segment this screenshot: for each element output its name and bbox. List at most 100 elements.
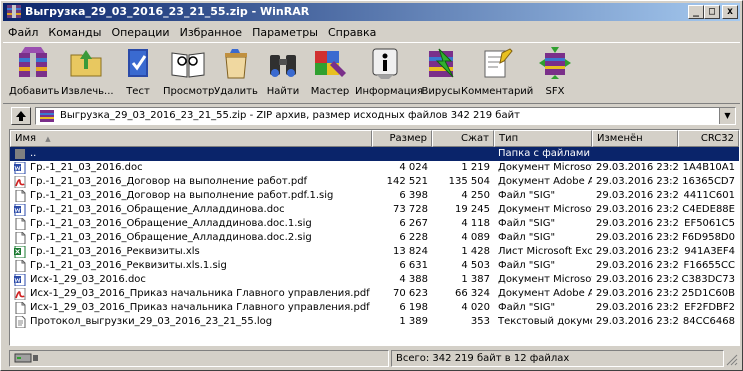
file-type-cell: Лист Microsoft Exc... [498, 246, 592, 257]
file-packed-cell: 4 118 [461, 218, 490, 229]
virus-scan-icon [429, 48, 454, 78]
file-row[interactable]: Гр.-1_21_03_2016_Обращение_Алладдинова.d… [10, 203, 739, 217]
file-crc-cell: 25D1C60B [681, 288, 735, 299]
title-bar[interactable]: Выгрузка_29_03_2016_23_21_55.zip - WinRA… [3, 3, 740, 21]
up-folder-button[interactable] [11, 107, 31, 125]
test-button[interactable]: Тест [119, 45, 157, 97]
menu-operations[interactable]: Операции [106, 26, 174, 39]
file-size-cell: 4 024 [399, 162, 428, 173]
file-type-cell: Документ Adobe A... [498, 176, 592, 187]
column-type[interactable]: Тип [494, 130, 592, 147]
blank-file-icon [15, 218, 26, 230]
add-button[interactable]: Добавить [9, 45, 59, 97]
menu-favorites[interactable]: Избранное [175, 26, 247, 39]
column-size[interactable]: Размер [372, 130, 432, 147]
virus-scan-button[interactable]: Вирусы [419, 45, 463, 97]
minimize-button[interactable]: _ [688, 5, 704, 19]
sort-ascending-icon: ▲ [45, 135, 51, 143]
column-crc32[interactable]: CRC32 [678, 130, 739, 147]
menu-commands[interactable]: Команды [43, 26, 106, 39]
find-binoculars-icon [270, 55, 296, 77]
file-row[interactable]: Исх-1_29_03_2016_Приказ начальника Главн… [10, 301, 739, 315]
toolbar: Добавить Извлечь... Тест Просмотр Удалит… [3, 42, 740, 104]
sfx-button[interactable]: SFX [535, 45, 575, 97]
word-doc-icon [14, 274, 26, 286]
file-row[interactable]: Гр.-1_21_03_2016.doc 4 024 1 219 Документ M… [10, 161, 739, 175]
file-row[interactable]: Гр.-1_21_03_2016_Договор на выполнение р… [10, 189, 739, 203]
file-size-cell: 4 388 [399, 274, 428, 285]
status-left-panel [9, 350, 389, 367]
file-type-cell: Документ Adobe A... [498, 288, 592, 299]
address-bar: Выгрузка_29_03_2016_23_21_55.zip - ZIP а… [3, 106, 740, 126]
file-size-cell: 6 198 [399, 302, 428, 313]
file-modified-cell: 29.03.2016 23:21 [596, 162, 678, 173]
archive-path-combobox[interactable]: Выгрузка_29_03_2016_23_21_55.zip - ZIP а… [35, 107, 736, 125]
wizard-button[interactable]: Мастер [307, 45, 353, 97]
file-crc-cell: 941A3EF4 [684, 246, 735, 257]
file-list[interactable]: Имя ▲ Размер Сжат Тип Изменён CRC32 .. Па… [9, 129, 740, 346]
file-size-cell: 6 228 [399, 232, 428, 243]
test-book-icon [128, 49, 148, 77]
close-button[interactable]: x [722, 5, 738, 19]
file-row[interactable]: Гр.-1_21_03_2016_Реквизиты.xls.1.sig 6 63… [10, 259, 739, 273]
comment-label: Комментарий [461, 86, 534, 97]
column-name[interactable]: Имя ▲ [10, 130, 372, 147]
file-packed-cell: 353 [470, 316, 490, 327]
file-type-cell: Документ Microsof... [498, 162, 592, 173]
menu-options[interactable]: Параметры [247, 26, 323, 39]
file-crc-cell: 4411C601 [683, 190, 735, 201]
find-button[interactable]: Найти [261, 45, 305, 97]
column-header: Имя ▲ Размер Сжат Тип Изменён CRC32 [10, 130, 739, 147]
restore-button[interactable]: □ [704, 5, 720, 19]
blank-file-icon [15, 302, 26, 314]
file-size-cell: 6 631 [399, 260, 428, 271]
file-name-cell: Исх-1_29_03_2016.doc [30, 274, 146, 285]
wizard-icon [315, 51, 346, 77]
file-row[interactable]: Гр.-1_21_03_2016_Договор на выполнение р… [10, 175, 739, 189]
find-label: Найти [266, 86, 300, 97]
file-name-cell: Исх-1_29_03_2016_Приказ начальника Главн… [30, 288, 370, 299]
info-button[interactable]: Информация [355, 45, 423, 97]
file-name-cell: Гр.-1_21_03_2016_Реквизиты.xls [30, 246, 200, 257]
file-row[interactable]: Гр.-1_21_03_2016_Обращение_Алладдинова.d… [10, 231, 739, 245]
delete-button[interactable]: Удалить [213, 45, 259, 97]
file-row[interactable]: Гр.-1_21_03_2016_Обращение_Алладдинова.d… [10, 217, 739, 231]
file-row[interactable]: Исх-1_29_03_2016_Приказ начальника Главн… [10, 287, 739, 301]
menu-file[interactable]: Файл [3, 26, 43, 39]
column-packed[interactable]: Сжат [432, 130, 494, 147]
menu-help[interactable]: Справка [323, 26, 381, 39]
file-modified-cell: 29.03.2016 23:21 [596, 190, 678, 201]
status-total: Всего: 342 219 байт в 12 файлах [391, 350, 724, 367]
file-row[interactable]: Исх-1_29_03_2016.doc 4 388 1 387 Документ M… [10, 273, 739, 287]
blank-file-icon [15, 232, 26, 244]
word-doc-icon [14, 162, 26, 174]
file-crc-cell: C4EDE88E [682, 204, 735, 215]
add-archive-icon [19, 47, 47, 77]
file-name-cell: .. [30, 148, 37, 159]
wizard-label: Мастер [310, 86, 350, 97]
file-modified-cell: 29.03.2016 23:21 [596, 218, 678, 229]
file-row[interactable]: .. Папка с файлами [10, 147, 739, 161]
address-dropdown-button[interactable]: ▼ [719, 108, 735, 124]
file-crc-cell: F16655CC [683, 260, 735, 271]
file-crc-cell: 16365CD7 [682, 176, 735, 187]
file-packed-cell: 4 250 [461, 190, 490, 201]
file-row[interactable]: Протокол_выгрузки_29_03_2016_23_21_55.lo… [10, 315, 739, 329]
file-packed-cell: 4 503 [461, 260, 490, 271]
file-name-cell: Гр.-1_21_03_2016_Обращение_Алладдинова.d… [30, 232, 312, 243]
view-book-icon [171, 52, 205, 78]
view-button[interactable]: Просмотр [163, 45, 214, 97]
file-modified-cell: 29.03.2016 23:21 [596, 260, 678, 271]
winrar-app-icon[interactable] [7, 5, 21, 18]
file-size-cell [372, 147, 428, 161]
file-modified-cell: 29.03.2016 23:21 [596, 302, 678, 313]
folder-up-icon [15, 149, 25, 159]
file-size-cell: 1 389 [399, 316, 428, 327]
resize-grip-icon[interactable] [726, 354, 738, 366]
file-packed-cell: 135 504 [448, 176, 490, 187]
extract-button[interactable]: Извлечь... [61, 45, 114, 97]
column-modified[interactable]: Изменён [592, 130, 678, 147]
file-crc-cell: EF5061C5 [684, 218, 735, 229]
comment-button[interactable]: Комментарий [461, 45, 534, 97]
file-row[interactable]: Гр.-1_21_03_2016_Реквизиты.xls 13 824 1 42… [10, 245, 739, 259]
